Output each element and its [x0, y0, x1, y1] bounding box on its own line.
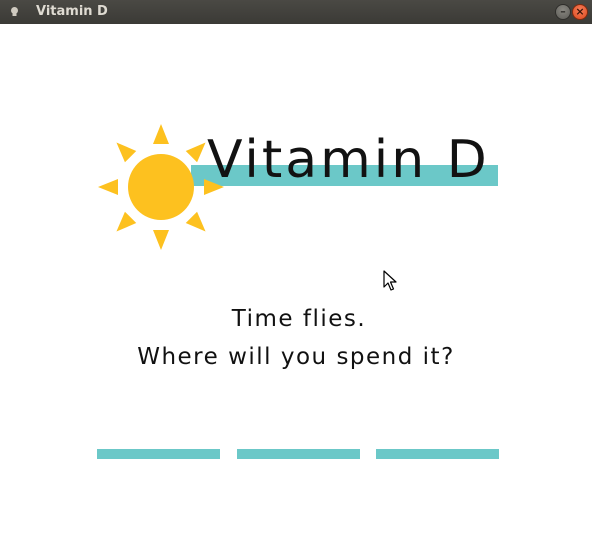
nav-option-1[interactable]: [97, 449, 220, 459]
tagline-line-1: Time flies.: [231, 306, 367, 332]
nav-option-3[interactable]: [376, 449, 499, 459]
minimize-icon: –: [560, 5, 566, 18]
nav-option-2[interactable]: [237, 449, 360, 459]
close-button[interactable]: ×: [572, 4, 588, 20]
main-content: Vitamin D Time flies. Where will you spe…: [0, 24, 592, 538]
mouse-pointer-icon: [383, 270, 397, 291]
app-logo-title: Vitamin D: [207, 130, 490, 190]
minimize-button[interactable]: –: [555, 4, 571, 20]
close-icon: ×: [575, 5, 585, 18]
app-icon: [11, 7, 18, 16]
app-window: Vitamin D – × Vitamin D Time flies. Wher…: [0, 0, 592, 538]
window-title: Vitamin D: [36, 4, 108, 19]
tagline-line-2: Where will you spend it?: [137, 344, 455, 370]
title-bar[interactable]: Vitamin D – ×: [0, 0, 592, 24]
